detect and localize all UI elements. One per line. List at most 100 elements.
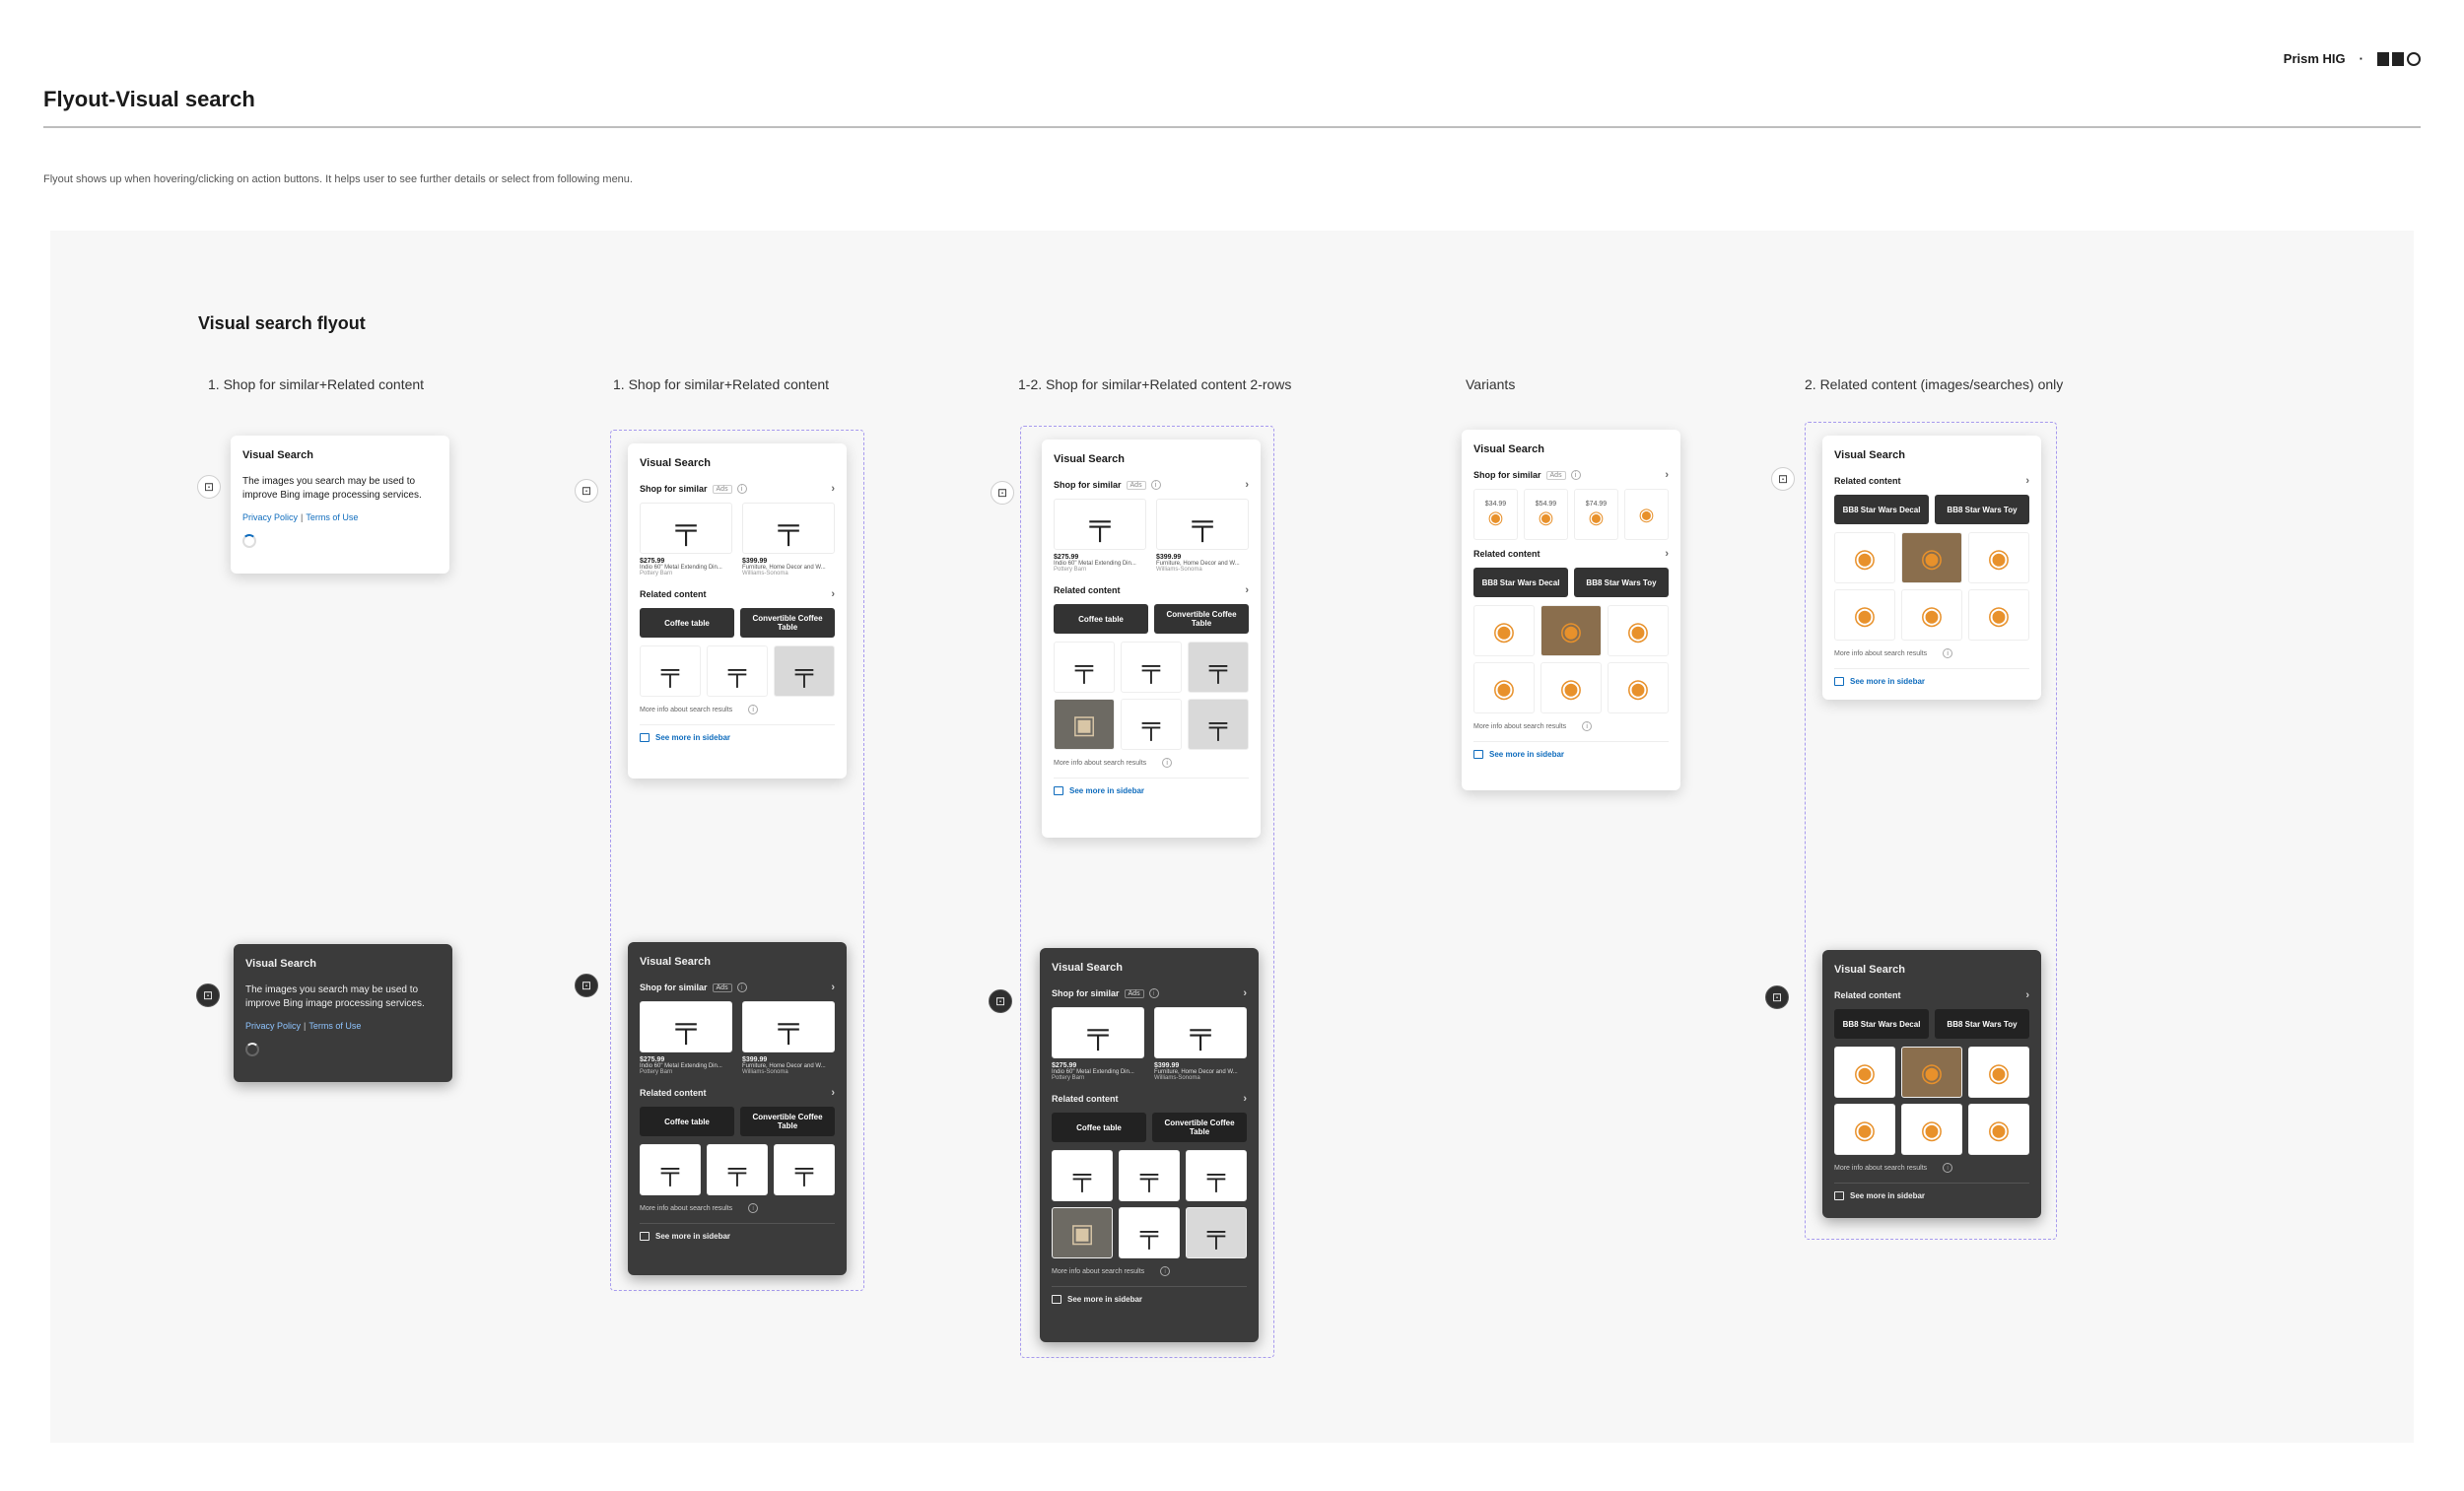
related-content-header[interactable]: Related content › <box>1834 989 2029 1001</box>
related-image[interactable]: ▣ <box>1052 1207 1113 1258</box>
related-image[interactable]: ╤ <box>707 645 768 697</box>
related-image[interactable]: ◉ <box>1968 589 2029 641</box>
chevron-right-icon[interactable]: › <box>1245 584 1249 596</box>
related-image[interactable]: ╤ <box>774 645 835 697</box>
product-card[interactable]: ╤ $399.99 Furniture, Home Decor and W... Wi… <box>742 503 835 576</box>
related-image[interactable]: ◉ <box>1473 605 1535 656</box>
related-image[interactable]: ╤ <box>1121 642 1182 693</box>
related-image[interactable]: ◉ <box>1608 662 1669 713</box>
more-info[interactable]: More info about search results i <box>1473 721 1669 731</box>
related-image[interactable]: ╤ <box>1119 1150 1180 1201</box>
related-image[interactable]: ◉ <box>1901 589 1962 641</box>
terms-of-use-link[interactable]: Terms of Use <box>308 1021 361 1031</box>
see-more-in-sidebar-link[interactable]: See more in sidebar <box>1834 1183 2029 1200</box>
related-image[interactable]: ╤ <box>1188 699 1249 750</box>
related-image[interactable]: ╤ <box>1186 1207 1247 1258</box>
more-info[interactable]: More info about search results i <box>640 1203 835 1213</box>
more-info[interactable]: More info about search results i <box>1052 1266 1247 1276</box>
shop-for-similar-header[interactable]: Shop for similar Ads i › <box>1052 987 1247 999</box>
related-chip[interactable]: Convertible Coffee Table <box>1152 1113 1247 1142</box>
related-chip[interactable]: Coffee table <box>640 1107 734 1136</box>
related-chip[interactable]: Convertible Coffee Table <box>740 608 835 638</box>
related-content-header[interactable]: Related content › <box>640 588 835 600</box>
see-more-in-sidebar-link[interactable]: See more in sidebar <box>640 1223 835 1241</box>
visual-search-trigger[interactable]: ⊡ <box>989 989 1012 1013</box>
shop-for-similar-header[interactable]: Shop for similar Ads i › <box>1054 479 1249 491</box>
related-image[interactable]: ◉ <box>1901 532 1962 583</box>
see-more-in-sidebar-link[interactable]: See more in sidebar <box>1052 1286 1247 1304</box>
related-image[interactable]: ◉ <box>1968 1047 2029 1098</box>
chevron-right-icon[interactable]: › <box>2025 989 2029 1001</box>
visual-search-trigger[interactable]: ⊡ <box>197 475 221 499</box>
related-image[interactable]: ◉ <box>1901 1047 1962 1098</box>
related-chip[interactable]: Convertible Coffee Table <box>740 1107 835 1136</box>
related-image[interactable]: ╤ <box>707 1144 768 1195</box>
see-more-in-sidebar-link[interactable]: See more in sidebar <box>1054 778 1249 795</box>
product-card[interactable]: ╤ $275.99 Indio 60" Metal Extending Din...… <box>640 503 732 576</box>
related-image[interactable]: ◉ <box>1834 532 1895 583</box>
info-icon[interactable]: i <box>1570 470 1581 480</box>
shop-for-similar-header[interactable]: Shop for similar Ads i › <box>640 982 835 993</box>
visual-search-trigger[interactable]: ⊡ <box>991 481 1014 505</box>
chevron-right-icon[interactable]: › <box>831 588 835 600</box>
chevron-right-icon[interactable]: › <box>1665 469 1669 481</box>
related-image[interactable]: ◉ <box>1834 1104 1895 1155</box>
info-icon[interactable]: i <box>736 983 747 992</box>
related-image[interactable]: ╤ <box>1052 1150 1113 1201</box>
visual-search-trigger[interactable]: ⊡ <box>196 983 220 1007</box>
related-chip[interactable]: BB8 Star Wars Decal <box>1473 568 1568 597</box>
chevron-right-icon[interactable]: › <box>1245 479 1249 491</box>
more-info[interactable]: More info about search results i <box>640 705 835 714</box>
related-image[interactable]: ◉ <box>1608 605 1669 656</box>
variant-item[interactable]: $74.99 ◉ <box>1574 489 1618 540</box>
related-content-header[interactable]: Related content › <box>1834 475 2029 487</box>
related-chip[interactable]: BB8 Star Wars Toy <box>1935 495 2029 524</box>
chevron-right-icon[interactable]: › <box>1243 987 1247 999</box>
related-image[interactable]: ╤ <box>1119 1207 1180 1258</box>
chevron-right-icon[interactable]: › <box>831 483 835 495</box>
visual-search-trigger[interactable]: ⊡ <box>1771 467 1795 491</box>
terms-of-use-link[interactable]: Terms of Use <box>306 512 358 522</box>
related-content-header[interactable]: Related content › <box>1052 1093 1247 1105</box>
related-image[interactable]: ◉ <box>1540 605 1602 656</box>
related-content-header[interactable]: Related content › <box>1054 584 1249 596</box>
product-card[interactable]: ╤ $399.99 Furniture, Home Decor and W... Wi… <box>742 1001 835 1075</box>
related-image[interactable]: ◉ <box>1901 1104 1962 1155</box>
related-image[interactable]: ╤ <box>640 1144 701 1195</box>
related-image[interactable]: ◉ <box>1473 662 1535 713</box>
more-info[interactable]: More info about search results i <box>1834 648 2029 658</box>
related-image[interactable]: ╤ <box>1188 642 1249 693</box>
related-image[interactable]: ◉ <box>1968 532 2029 583</box>
see-more-in-sidebar-link[interactable]: See more in sidebar <box>1473 741 1669 759</box>
related-content-header[interactable]: Related content › <box>640 1087 835 1099</box>
visual-search-trigger[interactable]: ⊡ <box>575 479 598 503</box>
related-chip[interactable]: BB8 Star Wars Decal <box>1834 495 1929 524</box>
shop-for-similar-header[interactable]: Shop for similar Ads i › <box>640 483 835 495</box>
privacy-policy-link[interactable]: Privacy Policy <box>242 512 298 522</box>
product-card[interactable]: ╤ $275.99 Indio 60" Metal Extending Din...… <box>1052 1007 1144 1081</box>
related-image[interactable]: ◉ <box>1834 1047 1895 1098</box>
see-more-in-sidebar-link[interactable]: See more in sidebar <box>640 724 835 742</box>
related-image[interactable]: ▣ <box>1054 699 1115 750</box>
shop-for-similar-header[interactable]: Shop for similar Ads i › <box>1473 469 1669 481</box>
related-chip[interactable]: Convertible Coffee Table <box>1154 604 1249 634</box>
chevron-right-icon[interactable]: › <box>2025 475 2029 487</box>
info-icon[interactable]: i <box>736 484 747 494</box>
chevron-right-icon[interactable]: › <box>1665 548 1669 560</box>
related-chip[interactable]: BB8 Star Wars Toy <box>1935 1009 2029 1039</box>
visual-search-trigger[interactable]: ⊡ <box>575 974 598 997</box>
related-chip[interactable]: BB8 Star Wars Toy <box>1574 568 1669 597</box>
product-card[interactable]: ╤ $275.99 Indio 60" Metal Extending Din...… <box>1054 499 1146 573</box>
privacy-policy-link[interactable]: Privacy Policy <box>245 1021 301 1031</box>
more-info[interactable]: More info about search results i <box>1834 1163 2029 1173</box>
chevron-right-icon[interactable]: › <box>831 982 835 993</box>
chevron-right-icon[interactable]: › <box>831 1087 835 1099</box>
variant-item[interactable]: $34.99 ◉ <box>1473 489 1518 540</box>
see-more-in-sidebar-link[interactable]: See more in sidebar <box>1834 668 2029 686</box>
related-image[interactable]: ◉ <box>1540 662 1602 713</box>
variant-item[interactable]: ◉ <box>1624 489 1669 540</box>
visual-search-trigger[interactable]: ⊡ <box>1765 985 1789 1009</box>
related-chip[interactable]: Coffee table <box>640 608 734 638</box>
related-image[interactable]: ╤ <box>1186 1150 1247 1201</box>
related-chip[interactable]: Coffee table <box>1054 604 1148 634</box>
